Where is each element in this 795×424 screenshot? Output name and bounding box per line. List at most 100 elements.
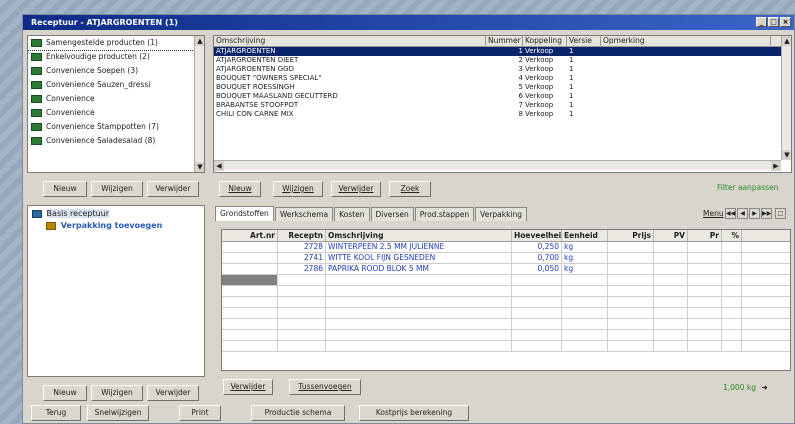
- recipe-tree[interactable]: Basis receptuur Verpakking toevoegen: [27, 205, 205, 377]
- last-record-icon[interactable]: ▶▶: [761, 208, 772, 219]
- col-eenheid[interactable]: Eenheid: [562, 230, 608, 241]
- col-receptnr[interactable]: Receptn: [278, 230, 326, 241]
- ingredients-grid[interactable]: Art.nr Receptn Omschrijving Hoeveelhei E…: [221, 229, 791, 371]
- tab-verpakking[interactable]: Verpakking: [475, 207, 528, 221]
- category-item[interactable]: Convenience Sauzen_dressi: [28, 78, 204, 92]
- ingredient-row[interactable]: [222, 297, 790, 308]
- arrow-right-icon[interactable]: ➜: [761, 383, 767, 392]
- category-edit-button[interactable]: Wijzigen: [91, 181, 143, 197]
- footer-snelwijzigen-button[interactable]: Snelwijzigen: [87, 405, 149, 421]
- recipe-row[interactable]: CHILI CON CARNE MIX 8 Verkoop 1: [214, 110, 791, 119]
- scroll-right-icon[interactable]: ▶: [771, 161, 781, 171]
- recipe-grid-hscroll[interactable]: ◀ ▶: [214, 160, 781, 171]
- scroll-up-icon[interactable]: ▲: [782, 36, 791, 46]
- category-item[interactable]: Enkelvoudige producten (2): [28, 50, 204, 64]
- recipe-delete-button[interactable]: Verwijder: [331, 181, 381, 197]
- ingredient-row[interactable]: [222, 341, 790, 352]
- recipe-row[interactable]: BOUQUET ROESSINGH 5 Verkoop 1: [214, 83, 791, 92]
- col-percent[interactable]: %: [722, 230, 742, 241]
- ingredient-row[interactable]: [222, 330, 790, 341]
- ingredient-unit: [562, 341, 608, 351]
- category-item[interactable]: Convenience Saladesalad (8): [28, 134, 204, 148]
- tree-edit-button[interactable]: Wijzigen: [91, 385, 143, 401]
- window-titlebar[interactable]: Receptuur - ATJARGROENTEN (1) _ □ ×: [23, 15, 794, 30]
- options-icon[interactable]: □: [775, 208, 786, 219]
- col-versie[interactable]: Versie: [567, 36, 601, 46]
- tab-grondstoffen[interactable]: Grondstoffen: [215, 206, 274, 221]
- tree-new-button[interactable]: Nieuw: [43, 385, 87, 401]
- tree-root[interactable]: Basis receptuur: [32, 209, 110, 218]
- scroll-down-icon[interactable]: ▼: [782, 150, 791, 160]
- menu-label[interactable]: Menu: [703, 209, 724, 218]
- first-record-icon[interactable]: ◀◀: [725, 208, 736, 219]
- ingredient-receptnr: [278, 330, 326, 340]
- recipe-row[interactable]: BRABANTSE STOOFPOT 7 Verkoop 1: [214, 101, 791, 110]
- recipe-search-button[interactable]: Zoek: [389, 181, 431, 197]
- filter-adjust-button[interactable]: Filter aanpassen: [717, 181, 778, 195]
- tree-delete-button[interactable]: Verwijder: [147, 385, 199, 401]
- ingredient-pv: [654, 264, 688, 274]
- ingredient-row[interactable]: [222, 286, 790, 297]
- category-item[interactable]: Samengestelde producten (1): [28, 36, 204, 51]
- ingredient-row[interactable]: 2741 WITTE KOOL FIJN GESNEDEN 0,700 kg: [222, 253, 790, 264]
- recipe-row[interactable]: ATJARGROENTEN 1 Verkoop 1: [214, 47, 791, 56]
- footer-print-button[interactable]: Print: [179, 405, 221, 421]
- category-item[interactable]: Convenience: [28, 106, 204, 120]
- category-new-button[interactable]: Nieuw: [43, 181, 87, 197]
- prev-record-icon[interactable]: ◀: [737, 208, 748, 219]
- col-artnr[interactable]: Art.nr: [222, 230, 278, 241]
- recipe-number: 8: [518, 110, 523, 118]
- col-omschrijving[interactable]: Omschrijving: [214, 36, 486, 46]
- category-list[interactable]: Samengestelde producten (1) Enkelvoudige …: [27, 35, 205, 173]
- category-item-label: Convenience Sauzen_dressi: [46, 80, 151, 89]
- tree-child[interactable]: Verpakking toevoegen: [46, 221, 162, 230]
- tab-prodstappen[interactable]: Prod.stappen: [414, 207, 475, 221]
- close-icon[interactable]: ×: [780, 17, 791, 27]
- ingredient-percent: [722, 319, 742, 329]
- category-list-scrollbar[interactable]: ▲ ▼: [194, 36, 204, 172]
- scroll-left-icon[interactable]: ◀: [214, 161, 224, 171]
- ingredient-row[interactable]: [222, 275, 790, 286]
- col-hoeveelheid[interactable]: Hoeveelhei: [512, 230, 562, 241]
- maximize-icon[interactable]: □: [768, 17, 779, 27]
- recipe-grid-vscroll[interactable]: ▲ ▼: [781, 36, 791, 160]
- next-record-icon[interactable]: ▶: [749, 208, 760, 219]
- recipe-grid[interactable]: Omschrijving Nummer Koppeling Versie Opm…: [213, 35, 792, 173]
- col-prijs[interactable]: Prijs: [608, 230, 654, 241]
- recipe-row[interactable]: ATJARGROENTEN DIEET 2 Verkoop 1: [214, 56, 791, 65]
- ingredient-row[interactable]: 2728 WINTERPEEN 2.5 MM JULIENNE 0,250 kg: [222, 242, 790, 253]
- footer-productie-schema-button[interactable]: Productie schema: [251, 405, 345, 421]
- recipe-row[interactable]: BOUQUET MAASLAND GECUTTERD 6 Verkoop 1: [214, 92, 791, 101]
- footer-terug-button[interactable]: Terug: [31, 405, 81, 421]
- ingredient-qty: [512, 308, 562, 318]
- ingredient-desc: [326, 319, 512, 329]
- tab-diversen[interactable]: Diversen: [370, 207, 414, 221]
- ingredient-row[interactable]: [222, 308, 790, 319]
- recipe-row[interactable]: BOUQUET "OWNERS SPECIAL" 4 Verkoop 1: [214, 74, 791, 83]
- tab-werkschema[interactable]: Werkschema: [274, 207, 334, 221]
- scroll-up-icon[interactable]: ▲: [195, 36, 204, 46]
- category-item[interactable]: Convenience Stamppotten (7): [28, 120, 204, 134]
- footer-kostprijs-berekening-button[interactable]: Kostprijs berekening: [359, 405, 469, 421]
- category-item[interactable]: Convenience: [28, 92, 204, 106]
- category-delete-button[interactable]: Verwijder: [147, 181, 199, 197]
- col-pv[interactable]: PV: [654, 230, 688, 241]
- tab-kosten[interactable]: Kosten: [334, 207, 370, 221]
- category-item[interactable]: Convenience Soepen (3): [28, 64, 204, 78]
- ingredient-insert-button[interactable]: Tussenvoegen: [289, 379, 361, 395]
- recipe-new-button[interactable]: Nieuw: [219, 181, 261, 197]
- col-omschrijving[interactable]: Omschrijving: [326, 230, 512, 241]
- col-opmerking[interactable]: Opmerking: [601, 36, 771, 46]
- ingredient-row[interactable]: 2786 PAPRIKA ROOD BLOK 5 MM 0,050 kg: [222, 264, 790, 275]
- recipe-row[interactable]: ATJARGROENTEN GGD 3 Verkoop 1: [214, 65, 791, 74]
- ingredient-receptnr: [278, 275, 326, 285]
- ingredient-receptnr: 2786: [278, 264, 326, 274]
- ingredient-row[interactable]: [222, 319, 790, 330]
- minimize-icon[interactable]: _: [756, 17, 767, 27]
- scroll-down-icon[interactable]: ▼: [195, 162, 204, 172]
- recipe-edit-button[interactable]: Wijzigen: [273, 181, 323, 197]
- ingredient-delete-button[interactable]: Verwijder: [223, 379, 273, 395]
- col-nummer[interactable]: Nummer: [486, 36, 523, 46]
- col-koppeling[interactable]: Koppeling: [523, 36, 567, 46]
- col-pr[interactable]: Pr: [688, 230, 722, 241]
